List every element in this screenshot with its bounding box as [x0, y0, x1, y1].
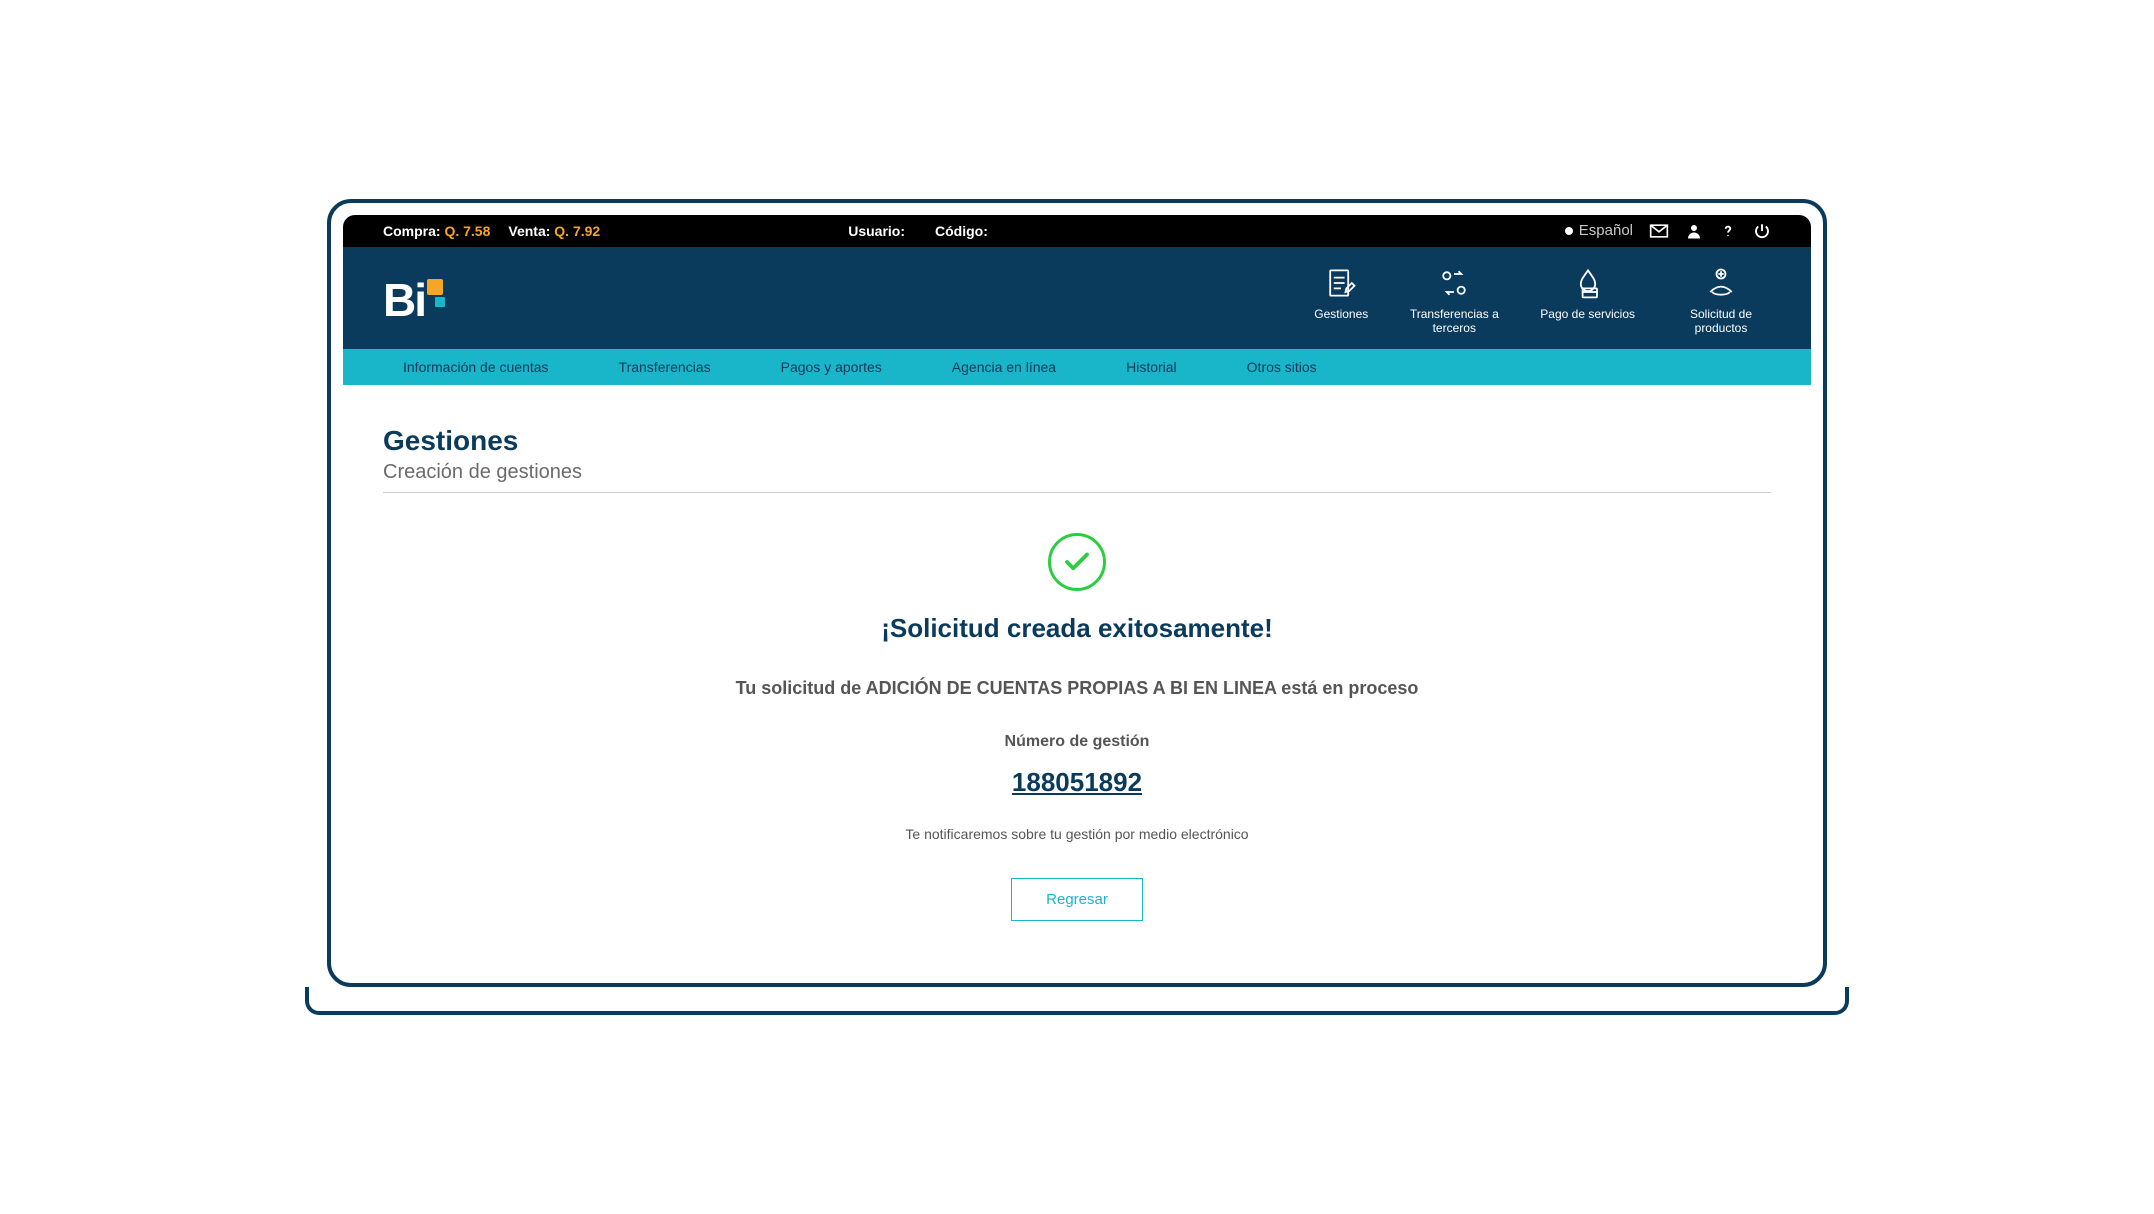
back-button[interactable]: Regresar [1011, 878, 1143, 921]
success-block: ¡Solicitud creada exitosamente! Tu solic… [687, 533, 1467, 921]
codigo-label: Código: [935, 223, 988, 239]
header: Bi Gestiones Transferencias a terceros [343, 247, 1811, 350]
nav-agencia-linea[interactable]: Agencia en línea [952, 359, 1056, 375]
nav-pagos-aportes[interactable]: Pagos y aportes [781, 359, 882, 375]
laptop-base [305, 987, 1849, 1015]
header-actions: Gestiones Transferencias a terceros Pago… [1314, 265, 1771, 336]
nav-transferencias[interactable]: Transferencias [619, 359, 711, 375]
venta-value: Q. 7.92 [554, 223, 600, 239]
nav-otros-sitios[interactable]: Otros sitios [1247, 359, 1317, 375]
exchange-rates: Compra: Q. 7.58 Venta: Q. 7.92 [383, 223, 600, 239]
page-title: Gestiones [383, 425, 1771, 457]
nav-informacion-cuentas[interactable]: Información de cuentas [403, 359, 549, 375]
action-pago-servicios[interactable]: Pago de servicios [1540, 265, 1635, 336]
lang-dot-icon [1565, 227, 1573, 235]
logo[interactable]: Bi [383, 277, 443, 323]
notify-text: Te notificaremos sobre tu gestión por me… [687, 826, 1467, 842]
document-edit-icon [1323, 265, 1359, 301]
droplet-card-icon [1570, 265, 1606, 301]
success-title: ¡Solicitud creada exitosamente! [687, 613, 1467, 644]
success-message: Tu solicitud de ADICIÓN DE CUENTAS PROPI… [687, 678, 1467, 699]
gestion-number[interactable]: 188051892 [1012, 767, 1142, 798]
power-icon[interactable] [1753, 222, 1771, 240]
action-pago-servicios-label: Pago de servicios [1540, 307, 1635, 321]
success-check-icon [1048, 533, 1106, 591]
main-content: Gestiones Creación de gestiones ¡Solicit… [343, 385, 1811, 971]
page-subtitle: Creación de gestiones [383, 461, 1771, 493]
gestion-label: Número de gestión [687, 733, 1467, 751]
laptop-frame: Compra: Q. 7.58 Venta: Q. 7.92 Usuario: … [327, 199, 1827, 1016]
action-gestiones[interactable]: Gestiones [1314, 265, 1368, 336]
nav-historial[interactable]: Historial [1126, 359, 1177, 375]
compra-value: Q. 7.58 [444, 223, 490, 239]
topbar: Compra: Q. 7.58 Venta: Q. 7.92 Usuario: … [343, 215, 1811, 247]
action-gestiones-label: Gestiones [1314, 307, 1368, 321]
hand-plus-icon [1703, 265, 1739, 301]
usuario-label: Usuario: [848, 223, 905, 239]
laptop-screen: Compra: Q. 7.58 Venta: Q. 7.92 Usuario: … [327, 199, 1827, 988]
language-label: Español [1579, 222, 1633, 239]
user-icon[interactable] [1685, 222, 1703, 240]
logo-accent-icon [427, 279, 443, 295]
compra-label: Compra: [383, 223, 441, 239]
action-solicitud-productos[interactable]: Solicitud de productos [1671, 265, 1771, 336]
venta-label: Venta: [508, 223, 550, 239]
help-icon[interactable] [1719, 222, 1737, 240]
language-selector[interactable]: Español [1565, 222, 1633, 239]
action-transferencias-label: Transferencias a terceros [1404, 307, 1504, 336]
transfer-icon [1436, 265, 1472, 301]
main-nav: Información de cuentas Transferencias Pa… [343, 349, 1811, 385]
logo-accent2-icon [435, 297, 445, 307]
action-solicitud-productos-label: Solicitud de productos [1671, 307, 1771, 336]
mail-icon[interactable] [1649, 221, 1669, 241]
action-transferencias[interactable]: Transferencias a terceros [1404, 265, 1504, 336]
